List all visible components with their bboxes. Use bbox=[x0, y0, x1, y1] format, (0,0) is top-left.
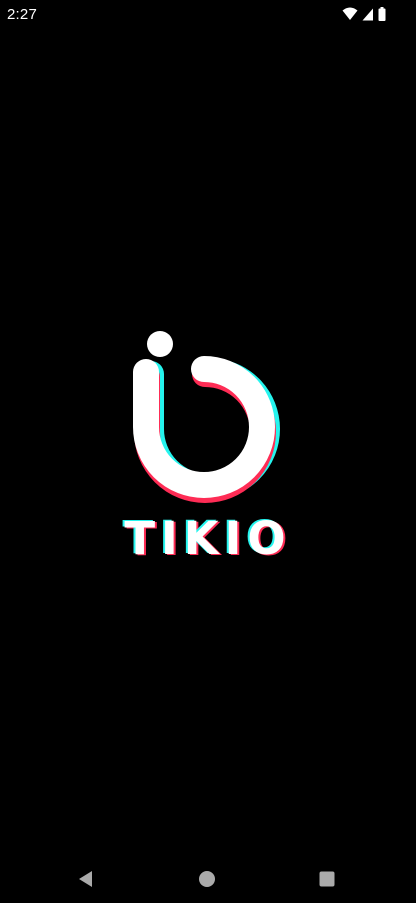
recents-icon[interactable] bbox=[313, 865, 341, 893]
brand-name: TIKIO bbox=[124, 512, 292, 565]
home-icon[interactable] bbox=[193, 865, 221, 893]
navigation-bar bbox=[0, 855, 416, 903]
tikio-logo-icon bbox=[133, 331, 280, 503]
back-icon[interactable] bbox=[72, 865, 100, 893]
